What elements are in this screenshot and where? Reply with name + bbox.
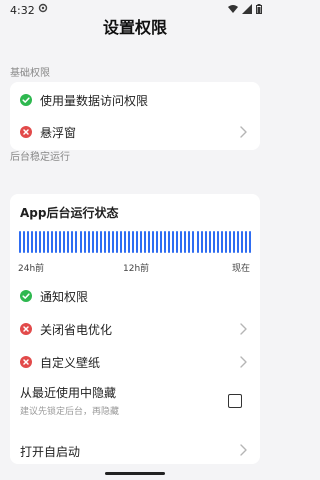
- page-title: 设置权限: [102, 18, 167, 37]
- status-bar-segment: [31, 231, 34, 253]
- status-bar-segment: [232, 231, 235, 253]
- status-bar-segment: [35, 231, 38, 253]
- status-bar-segment: [123, 231, 126, 253]
- permission-label: 使用量数据访问权限: [40, 93, 149, 108]
- status-bar-segment: [148, 231, 151, 253]
- status-bar-segment: [196, 231, 199, 253]
- status-bar-segment: [172, 231, 175, 253]
- axis-label-12h: 12h前: [123, 264, 150, 274]
- status-bar-segment: [204, 231, 207, 253]
- status-bar-segment: [216, 231, 219, 253]
- status-bar-segment: [55, 231, 58, 253]
- navigation-handle[interactable]: [0, 466, 270, 480]
- status-bar-segment: [27, 231, 30, 253]
- status-bar-segment: [160, 231, 163, 253]
- status-bar-segment: [136, 231, 138, 253]
- signal-icon: [242, 4, 252, 14]
- auto-start-label: 打开自启动: [20, 445, 81, 459]
- permission-label: 关闭省电优化: [40, 322, 113, 337]
- hide-from-recents-label: 从最近使用中隐藏: [20, 386, 117, 400]
- status-bar-segment: [228, 231, 231, 253]
- status-bar-segment: [168, 231, 171, 253]
- hide-from-recents-checkbox[interactable]: [228, 394, 242, 408]
- section-label-basic: 基础权限: [10, 68, 50, 79]
- status-bar-segment: [127, 231, 130, 253]
- settings-gear-icon: [38, 3, 48, 13]
- status-bar-segment: [244, 231, 247, 253]
- status-bar-segment: [176, 231, 179, 253]
- status-bar-segment: [156, 231, 159, 253]
- permission-label: 悬浮窗: [40, 125, 77, 140]
- permission-row-usage-access[interactable]: 使用量数据访问权限: [10, 84, 260, 116]
- error-circle-icon: [20, 126, 32, 138]
- status-bar-segment: [79, 231, 82, 253]
- permission-label: 自定义壁纸: [40, 355, 101, 370]
- status-bar-segment: [87, 231, 90, 253]
- check-circle-icon: [20, 290, 32, 302]
- status-bar-segment: [208, 231, 211, 253]
- status-bar-segment: [115, 231, 118, 253]
- status-bar-segment: [212, 231, 215, 253]
- status-bar-segment: [59, 231, 62, 253]
- status-bar-segment: [71, 231, 74, 253]
- chevron-right-icon: [240, 126, 247, 138]
- status-bar-segment: [63, 231, 66, 253]
- status-bar-segment: [152, 231, 155, 253]
- status-bar-segment: [47, 231, 50, 253]
- status-bar-segment: [51, 231, 54, 253]
- status-bar-segment: [39, 231, 42, 253]
- background-card: App后台运行状态 24h前 12h前 现在 通知权限 关闭省电优化 自定义壁纸…: [10, 194, 260, 464]
- status-bar-segment: [224, 231, 227, 253]
- status-bar-segment: [236, 231, 239, 253]
- status-bar-segment: [107, 231, 110, 253]
- hide-from-recents-note: 建议先锁定后台，再隐藏: [20, 407, 120, 417]
- chevron-right-icon: [240, 444, 247, 456]
- chart-title: App后台运行状态: [20, 206, 119, 220]
- status-bar-segment: [240, 231, 243, 253]
- hide-from-recents-row[interactable]: 从最近使用中隐藏 建议先锁定后台，再隐藏: [10, 382, 260, 424]
- status-bar-segment: [43, 231, 46, 253]
- status-bar-segment: [19, 231, 21, 253]
- check-circle-icon: [20, 94, 32, 106]
- status-bar-segment: [91, 231, 94, 253]
- status-bar-segment: [23, 231, 26, 253]
- background-status-bars: [18, 231, 252, 253]
- axis-label-now: 现在: [231, 264, 250, 274]
- auto-start-row[interactable]: 打开自启动: [10, 434, 260, 466]
- status-bar-segment: [67, 231, 70, 253]
- permission-row-battery-optimization[interactable]: 关闭省电优化: [10, 313, 260, 345]
- status-bar-segment: [220, 231, 223, 253]
- chevron-right-icon: [240, 356, 247, 368]
- status-bar-segment: [248, 231, 251, 253]
- permission-row-notification[interactable]: 通知权限: [10, 280, 260, 312]
- status-bar-segment: [95, 231, 98, 253]
- status-bar-segment: [99, 231, 102, 253]
- status-bar-segment: [131, 231, 134, 253]
- status-bar-segment: [164, 231, 167, 253]
- status-bar-segment: [140, 231, 143, 253]
- status-bar-segment: [111, 231, 114, 253]
- status-bar-segment: [119, 231, 122, 253]
- status-bar-segment: [103, 231, 106, 253]
- section-label-background: 后台稳定运行: [10, 152, 70, 163]
- basic-permissions-card: 使用量数据访问权限 悬浮窗: [10, 82, 260, 150]
- permission-row-custom-wallpaper[interactable]: 自定义壁纸: [10, 346, 260, 378]
- status-bar-segment: [184, 231, 187, 253]
- error-circle-icon: [20, 356, 32, 368]
- permission-row-overlay[interactable]: 悬浮窗: [10, 116, 260, 148]
- status-bar-segment: [83, 231, 86, 253]
- status-bar-segment: [192, 231, 195, 253]
- chevron-right-icon: [240, 323, 247, 335]
- permission-label: 通知权限: [40, 289, 89, 304]
- status-bar-segment: [75, 231, 78, 253]
- wifi-icon: [228, 5, 238, 13]
- status-bar-segment: [180, 231, 183, 253]
- error-circle-icon: [20, 323, 32, 335]
- status-bar-segment: [200, 231, 203, 253]
- status-bar-segment: [188, 231, 191, 253]
- battery-icon: [256, 4, 262, 14]
- axis-label-24h: 24h前: [18, 264, 45, 274]
- status-bar-segment: [144, 231, 147, 253]
